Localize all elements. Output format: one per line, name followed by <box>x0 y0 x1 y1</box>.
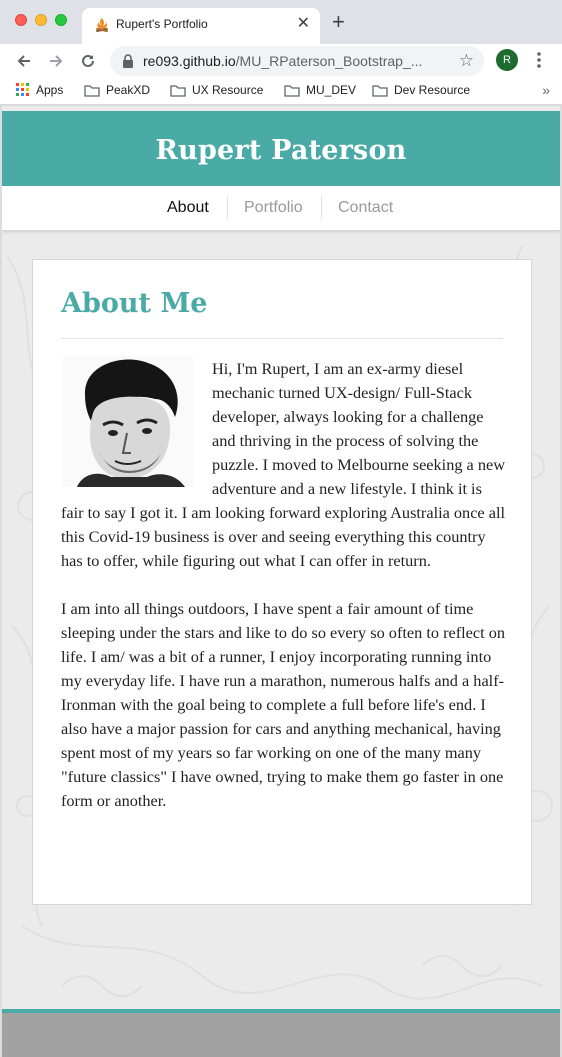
bio-paragraph-2: I am into all things outdoors, I have sp… <box>61 599 505 810</box>
new-tab-icon[interactable]: + <box>332 11 345 33</box>
lock-icon <box>123 54 133 68</box>
bookmarks-bar: Apps PeakXD UX Resource MU_DEV Dev Resou… <box>0 78 562 105</box>
url-host: re093.github.io <box>143 53 236 69</box>
minimize-window-button[interactable] <box>35 14 47 26</box>
bookmark-label: PeakXD <box>106 83 151 97</box>
reload-icon[interactable] <box>76 49 100 73</box>
site-title: Rupert Paterson <box>155 135 407 166</box>
about-card: About Me Hi, I'm Rupert, I am an ex-army… <box>32 259 532 905</box>
bookmark-label: Dev Resource <box>394 83 471 97</box>
close-tab-icon[interactable]: ✕ <box>297 14 310 34</box>
url-path: /MU_RPaterson_Bootstrap_... <box>235 53 423 69</box>
bookmark-ux-resource[interactable]: UX Resource <box>170 83 263 97</box>
chevron-double-right-icon[interactable]: » <box>542 82 550 98</box>
nav-link-about[interactable]: About <box>167 199 209 217</box>
portrait-float-spacer <box>61 357 212 499</box>
folder-icon <box>284 84 300 97</box>
page-viewport: Rupert Paterson About Portfolio Contact … <box>2 106 560 1057</box>
bookmark-dev-resource[interactable]: Dev Resource <box>372 83 470 97</box>
bookmark-mu-dev[interactable]: MU_DEV <box>284 83 356 97</box>
about-heading: About Me <box>61 288 208 319</box>
heading-divider <box>61 338 503 339</box>
back-arrow-icon[interactable] <box>12 49 36 73</box>
nav-link-portfolio[interactable]: Portfolio <box>244 199 303 217</box>
address-bar[interactable]: re093.github.io/MU_RPaterson_Bootstrap_.… <box>110 46 484 76</box>
close-window-button[interactable] <box>15 14 27 26</box>
url-text: re093.github.io/MU_RPaterson_Bootstrap_.… <box>143 53 439 69</box>
folder-icon <box>372 84 388 97</box>
site-nav: About Portfolio Contact <box>2 186 560 230</box>
bookmark-label: UX Resource <box>192 83 264 97</box>
bookmark-peakxd[interactable]: PeakXD <box>84 83 150 97</box>
about-bio: Hi, I'm Rupert, I am an ex-army diesel m… <box>61 357 505 837</box>
campfire-favicon-icon <box>96 18 108 33</box>
bookmark-label: Apps <box>36 83 64 97</box>
nav-link-contact[interactable]: Contact <box>338 199 393 217</box>
nav-divider <box>321 196 322 219</box>
browser-tab[interactable]: Rupert's Portfolio ✕ <box>82 8 320 44</box>
bookmark-label: MU_DEV <box>306 83 357 97</box>
folder-icon <box>84 84 100 97</box>
site-header: Rupert Paterson <box>2 111 560 186</box>
nav-divider <box>227 196 228 219</box>
browser-toolbar: re093.github.io/MU_RPaterson_Bootstrap_.… <box>0 44 562 78</box>
folder-icon <box>170 84 186 97</box>
browser-tab-bar: Rupert's Portfolio ✕ + <box>0 0 562 44</box>
forward-arrow-icon[interactable] <box>44 49 68 73</box>
tab-title: Rupert's Portfolio <box>116 17 208 31</box>
bookmark-apps[interactable]: Apps <box>16 83 63 97</box>
star-icon[interactable]: ☆ <box>459 52 474 70</box>
apps-grid-icon <box>16 83 29 96</box>
kebab-menu-icon[interactable] <box>534 50 544 70</box>
zoom-window-button[interactable] <box>55 14 67 26</box>
site-footer <box>2 1013 560 1057</box>
profile-avatar[interactable]: R <box>496 49 518 71</box>
